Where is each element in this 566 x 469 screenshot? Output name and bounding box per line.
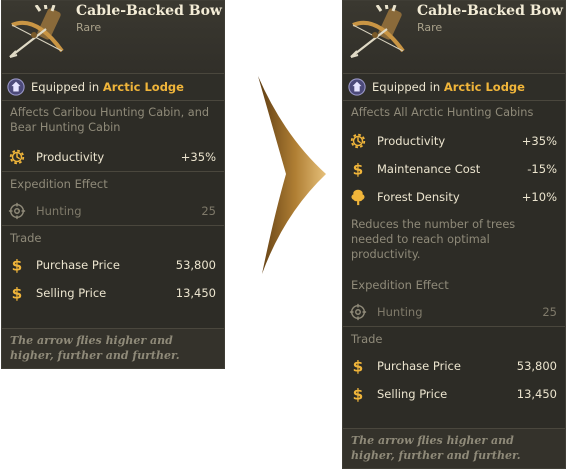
stat-hunting: Hunting 25 — [2, 197, 224, 225]
equipped-text: Equipped in Arctic Lodge — [31, 80, 184, 94]
gear-productivity-icon — [349, 132, 367, 150]
tooltip-header: Cable-Backed Bow Rare — [2, 1, 224, 74]
expedition-title: Expedition Effect — [10, 177, 108, 191]
crosshair-icon — [349, 303, 367, 321]
stat-value: 25 — [542, 305, 557, 319]
equipped-text: Equipped in Arctic Lodge — [372, 80, 525, 94]
trade-title: Trade — [351, 332, 383, 346]
gear-productivity-icon — [8, 148, 26, 166]
equipped-row: Equipped in Arctic Lodge — [343, 74, 565, 101]
dollar-icon — [349, 385, 367, 403]
stat-label: Selling Price — [377, 387, 448, 401]
item-name: Cable-Backed Bow — [417, 3, 563, 19]
stat-label: Selling Price — [36, 286, 107, 300]
stat-label: Purchase Price — [36, 258, 120, 272]
dollar-icon — [349, 357, 367, 375]
equipped-row: Equipped in Arctic Lodge — [2, 74, 224, 101]
flavor-text: The arrow flies higher and higher, furth… — [2, 328, 224, 368]
stat-productivity: Productivity +35% — [2, 143, 224, 171]
stat-label: Productivity — [36, 150, 105, 164]
stat-label: Purchase Price — [377, 359, 461, 373]
stat-productivity: Productivity +35% — [343, 127, 565, 155]
stat-value: 13,450 — [516, 387, 557, 401]
item-tooltip-before: Cable-Backed Bow Rare Equipped in Arctic… — [1, 0, 225, 369]
flavor-text: The arrow flies higher and higher, furth… — [343, 428, 565, 468]
stat-value: 53,800 — [175, 258, 216, 272]
affects-text: Affects Caribou Hunting Cabin, and Bear … — [10, 106, 210, 134]
dollar-icon — [349, 160, 367, 178]
stat-label: Hunting — [36, 204, 82, 218]
lodge-badge-icon — [7, 78, 25, 96]
stat-value: 25 — [201, 204, 216, 218]
item-name: Cable-Backed Bow — [76, 3, 222, 19]
stat-note: Reduces the number of trees needed to re… — [351, 218, 516, 261]
lodge-badge-icon — [348, 78, 366, 96]
stat-label: Forest Density — [377, 190, 460, 204]
stat-selling-price: Selling Price 13,450 — [2, 279, 224, 307]
stat-maintenance-cost: Maintenance Cost -15% — [343, 155, 565, 183]
stat-purchase-price: Purchase Price 53,800 — [343, 352, 565, 380]
bow-and-quiver-icon — [6, 5, 70, 69]
trade-title: Trade — [10, 231, 42, 245]
affects-text: Affects All Arctic Hunting Cabins — [351, 106, 534, 119]
equipped-place: Arctic Lodge — [443, 80, 525, 94]
item-tooltip-after: Cable-Backed Bow Rare Equipped in Arctic… — [342, 0, 566, 469]
item-rarity: Rare — [76, 21, 102, 34]
arrow-right-icon — [258, 76, 326, 274]
tooltip-header: Cable-Backed Bow Rare — [343, 1, 565, 74]
dollar-icon — [8, 284, 26, 302]
stat-purchase-price: Purchase Price 53,800 — [2, 251, 224, 279]
item-rarity: Rare — [417, 21, 443, 34]
stat-forest-density: Forest Density +10% — [343, 183, 565, 211]
stat-label: Hunting — [377, 305, 423, 319]
bow-and-quiver-icon — [347, 5, 411, 69]
stat-value: 13,450 — [175, 286, 216, 300]
stat-value: +35% — [180, 150, 216, 164]
stat-selling-price: Selling Price 13,450 — [343, 380, 565, 408]
equipped-place: Arctic Lodge — [102, 80, 184, 94]
expedition-title: Expedition Effect — [351, 278, 449, 292]
stat-label: Maintenance Cost — [377, 162, 481, 176]
stat-label: Productivity — [377, 134, 446, 148]
stat-value: +10% — [521, 190, 557, 204]
tree-icon — [349, 188, 367, 206]
stat-value: 53,800 — [516, 359, 557, 373]
stat-value: -15% — [527, 162, 557, 176]
crosshair-icon — [8, 202, 26, 220]
dollar-icon — [8, 256, 26, 274]
stat-hunting: Hunting 25 — [343, 298, 565, 326]
stat-value: +35% — [521, 134, 557, 148]
